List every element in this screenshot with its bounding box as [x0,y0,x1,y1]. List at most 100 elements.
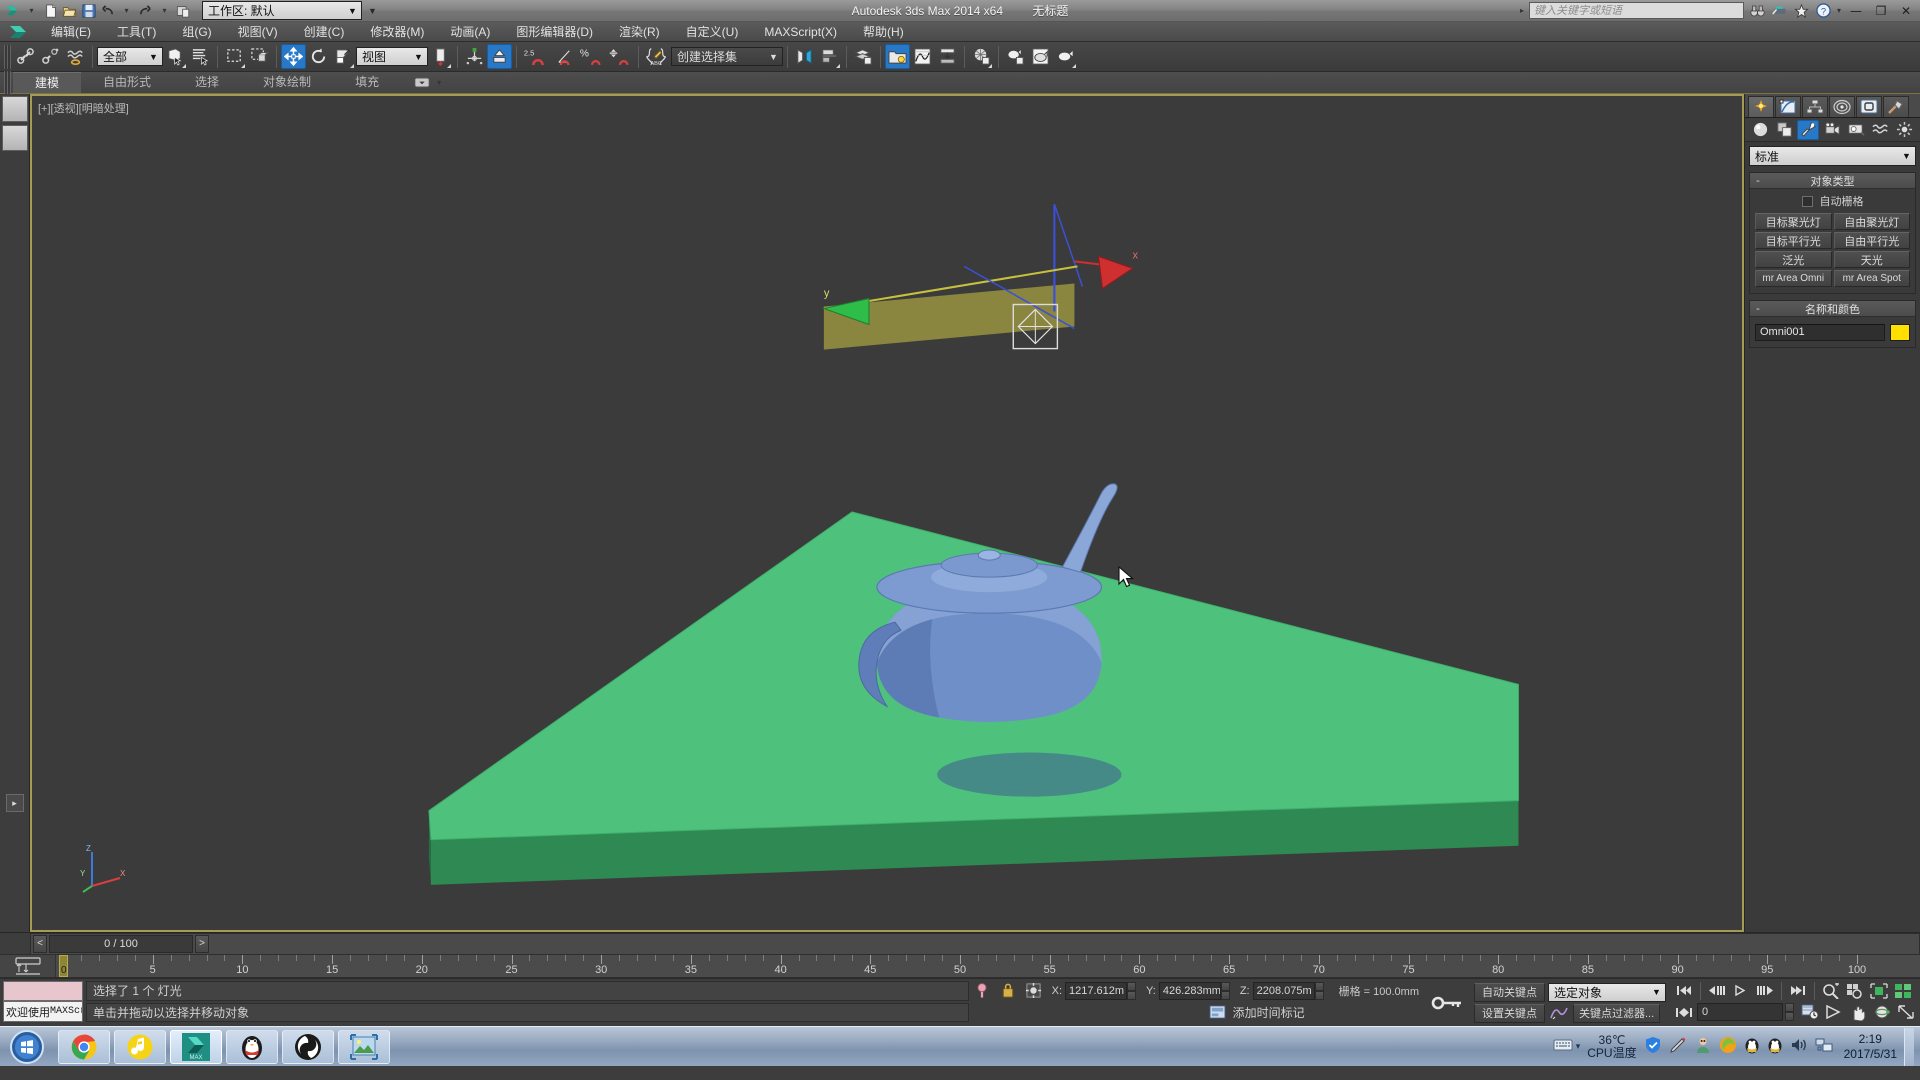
coord-z[interactable]: Z: 2208.075m [1237,981,1327,1000]
maximize-button[interactable]: ❐ [1871,2,1891,20]
btn-mr-area-omni[interactable]: mr Area Omni [1755,270,1832,287]
selection-filter-combo[interactable]: 全部 ▼ [97,47,163,66]
set-project-folder-icon[interactable] [175,2,192,19]
menu-rendering[interactable]: 渲染(R) [606,22,673,42]
keyboard-icon[interactable] [1553,1038,1573,1055]
show-hidden-icons-icon[interactable]: ▾ [1576,1041,1581,1052]
cpu-temperature-widget[interactable]: 36℃ CPU温度 [1587,1033,1636,1060]
key-filters-curve-icon[interactable] [1548,1004,1570,1023]
previous-frame-icon[interactable] [1706,981,1728,1000]
play-animation-icon[interactable] [1730,981,1752,1000]
go-to-end-icon[interactable] [1787,981,1809,1000]
redo-arrow-icon[interactable]: ▾ [156,2,173,19]
name-and-color-header[interactable]: - 名称和颜色 [1750,301,1915,317]
expand-qat-icon[interactable]: ▸ [1520,6,1524,15]
select-and-link-icon[interactable] [13,44,38,69]
btn-omni[interactable]: 泛光 [1755,251,1832,268]
menu-edit[interactable]: 编辑(E) [38,22,104,42]
menu-help[interactable]: 帮助(H) [850,22,917,42]
isolate-selection-icon[interactable] [971,981,993,1000]
cp-tab-display[interactable] [1856,96,1882,117]
open-file-icon[interactable] [61,2,78,19]
menu-animation[interactable]: 动画(A) [437,22,503,42]
key-toggle-icon[interactable] [1425,984,1471,1022]
layer-manager-icon[interactable] [851,44,876,69]
coord-z-spinner[interactable] [1314,981,1324,1000]
save-file-icon[interactable] [80,2,97,19]
object-color-swatch[interactable] [1890,324,1910,341]
workspace-menu-icon[interactable]: ▼ [364,2,381,19]
unlink-selection-icon[interactable] [38,44,63,69]
current-frame-field[interactable]: 0 [1697,1003,1783,1022]
track-bar[interactable]: 5 10 15 20 25 30 35 40 45 50 55 60 65 70 75 80 85 90 95 100… [0,954,1920,978]
rectangular-selection-region-icon[interactable] [222,44,247,69]
maxscript-output-field[interactable]: 欢迎使用 MAXScri [3,1001,83,1022]
align-icon[interactable] [817,44,842,69]
viewport-label[interactable]: [+][透视][明暗处理] [38,100,129,116]
cat-systems[interactable] [1894,120,1916,140]
start-orb-icon[interactable] [0,1028,54,1066]
cp-tab-modify[interactable] [1775,96,1801,117]
time-slider-next-button[interactable]: > [195,934,209,953]
minimize-button[interactable]: — [1846,2,1866,20]
menu-modifiers[interactable]: 修改器(M) [357,22,437,42]
help-dropdown-icon[interactable]: ▾ [1837,6,1841,15]
rail-button-2[interactable] [1,125,28,151]
btn-skylight[interactable]: 天光 [1833,251,1910,268]
go-to-start-icon[interactable] [1673,981,1695,1000]
key-filters-button[interactable]: 关键点过滤器... [1573,1003,1661,1023]
orbit-view-icon[interactable] [1871,1003,1893,1022]
pan-view-icon[interactable] [1847,1003,1869,1022]
add-time-tag-icon[interactable] [1207,1003,1229,1022]
coord-x-field[interactable]: 1217.612m [1065,981,1128,1000]
time-slider-prev-button[interactable]: < [33,934,47,953]
coord-y-spinner[interactable] [1220,981,1230,1000]
pen-icon[interactable] [1669,1036,1687,1057]
new-file-icon[interactable] [42,2,59,19]
autodesk-360-icon[interactable] [1771,2,1788,19]
time-slider-frame-field[interactable]: 0 / 100 [49,934,193,953]
ribbon-minimize-icon[interactable] [411,74,433,92]
mirror-icon[interactable] [792,44,817,69]
zoom-extents-icon[interactable] [1868,981,1890,1000]
absolute-relative-mode-icon[interactable] [1023,981,1045,1000]
menu-group[interactable]: 组(G) [169,22,224,42]
reference-coordinate-system-combo[interactable]: 视图 ▼ [356,47,428,66]
taskbar-chrome[interactable] [58,1029,110,1064]
app-menu-icon[interactable] [4,2,21,19]
auto-key-button[interactable]: 自动关键点 [1474,982,1545,1002]
bind-to-space-warp-icon[interactable] [63,44,88,69]
rail-expand-icon[interactable]: ▸ [5,794,24,812]
select-by-name-icon[interactable] [188,44,213,69]
track-bar-playhead[interactable]: 0 [59,955,68,977]
select-and-rotate-button[interactable] [306,44,331,69]
ribbon-tab-object-paint[interactable]: 对象绘制 [241,72,333,93]
key-mode-toggle-icon[interactable] [1673,1003,1695,1022]
app-menu-arrow-icon[interactable]: ▾ [23,2,40,19]
time-configuration-icon[interactable] [1799,1003,1821,1022]
doctor-icon[interactable] [1694,1036,1712,1057]
ribbon-options-icon[interactable]: ▾ [437,78,441,87]
animation-selection-combo[interactable]: 选定对象 ▼ [1548,982,1666,1002]
zoom-all-icon[interactable] [1844,981,1866,1000]
add-time-tag-label[interactable]: 添加时间标记 [1233,1004,1305,1021]
search-input[interactable]: 键入关键字或短语 [1528,2,1744,19]
btn-mr-area-spot[interactable]: mr Area Spot [1833,270,1910,287]
cat-helpers[interactable] [1846,120,1868,140]
menu-graph-editors[interactable]: 图形编辑器(D) [503,22,606,42]
ribbon-grip[interactable] [4,70,11,95]
ribbon-tab-populate[interactable]: 填充 [333,72,401,93]
taskbar-photo[interactable] [338,1029,390,1064]
select-object-icon[interactable] [163,44,188,69]
favorites-star-icon[interactable] [1793,2,1810,19]
clock[interactable]: 2:19 2017/5/31 [1840,1032,1897,1062]
light-type-dropdown[interactable]: 标准 ▼ [1749,146,1916,166]
named-selection-sets-combo[interactable]: 创建选择集 ▼ [671,47,783,66]
coord-y[interactable]: Y: 426.283mm [1143,981,1233,1000]
cp-tab-motion[interactable] [1829,96,1855,117]
rendered-frame-window-icon[interactable] [1028,44,1053,69]
curve-editor-icon[interactable] [910,44,935,69]
select-and-move-button[interactable] [281,44,306,69]
zoom-icon[interactable] [1820,981,1842,1000]
next-frame-icon[interactable] [1754,981,1776,1000]
